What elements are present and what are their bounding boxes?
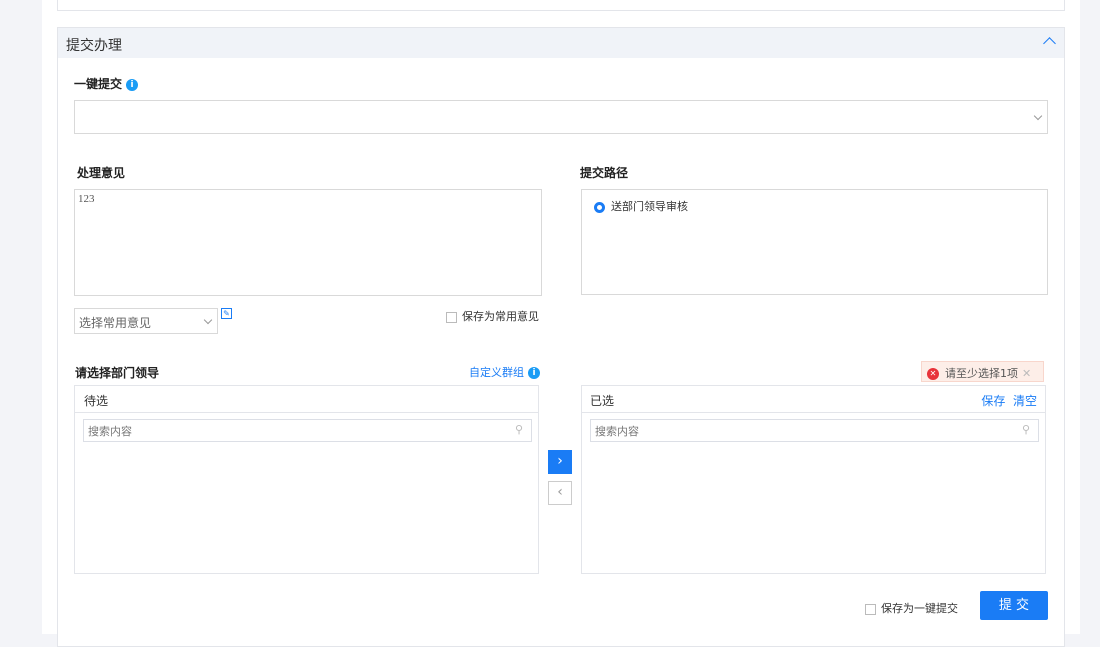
search-icon: ⚲ (1021, 423, 1030, 436)
common-opinion-placeholder: 选择常用意见 (79, 316, 152, 330)
common-opinion-select[interactable]: 选择常用意见 (74, 308, 218, 334)
move-left-button[interactable]: ‹ (548, 481, 572, 505)
quick-submit-label: 一键提交 i (74, 75, 139, 92)
quick-submit-label-text: 一键提交 (74, 77, 123, 91)
previous-card (57, 0, 1065, 11)
radio-selected-icon[interactable] (594, 201, 605, 213)
save-quick-submit-checkbox[interactable]: 保存为一键提交 (865, 600, 958, 616)
save-quick-label: 保存为一键提交 (881, 602, 958, 615)
pending-title: 待选 (75, 386, 538, 413)
chevron-down-icon (203, 315, 213, 325)
selected-list: 已选 保存 清空 搜索内容 ⚲ (581, 385, 1046, 574)
move-right-button[interactable]: › (548, 450, 572, 474)
save-common-label: 保存为常用意见 (462, 310, 539, 323)
error-icon: ✕ (927, 368, 939, 380)
selected-title: 已选 (590, 394, 615, 408)
info-icon[interactable]: i (126, 78, 139, 91)
leader-label: 请选择部门领导 (75, 366, 160, 380)
path-label: 提交路径 (580, 166, 629, 180)
info-icon[interactable]: i (528, 367, 540, 379)
search-placeholder: 搜索内容 (595, 425, 639, 438)
checkbox[interactable] (865, 603, 876, 615)
close-icon[interactable]: ✕ (1022, 367, 1031, 380)
selected-search-input[interactable]: 搜索内容 ⚲ (590, 419, 1039, 442)
custom-group-link[interactable]: 自定义群组 i (469, 364, 540, 380)
selected-actions: 保存 清空 (981, 392, 1037, 409)
selected-header: 已选 保存 清空 (582, 386, 1045, 413)
chevron-down-icon (1033, 111, 1043, 121)
submit-button[interactable]: 提 交 (980, 591, 1048, 620)
collapse-chevron-up-icon[interactable] (1043, 37, 1056, 50)
save-button[interactable]: 保存 (981, 394, 1005, 408)
section-title: 提交办理 (66, 38, 122, 54)
error-message: ✕ 请至少选择1项 ✕ (921, 361, 1044, 382)
quick-submit-select[interactable] (74, 100, 1048, 134)
edit-icon[interactable]: ✎ (221, 308, 232, 319)
opinion-textarea[interactable]: 123 (74, 189, 542, 296)
opinion-label: 处理意见 (77, 166, 126, 180)
path-option-label: 送部门领导审核 (611, 200, 688, 213)
path-options: 送部门领导审核 (581, 189, 1048, 295)
checkbox[interactable] (446, 311, 457, 323)
section-header[interactable]: 提交办理 (58, 28, 1064, 58)
clear-button[interactable]: 清空 (1013, 394, 1037, 408)
save-common-opinion-checkbox[interactable]: 保存为常用意见 (446, 308, 539, 324)
custom-group-text[interactable]: 自定义群组 (469, 366, 524, 379)
pending-search-input[interactable]: 搜索内容 ⚲ (83, 419, 532, 442)
search-placeholder: 搜索内容 (88, 425, 132, 438)
error-text: 请至少选择1项 (945, 367, 1018, 380)
search-icon: ⚲ (514, 423, 523, 436)
path-option[interactable]: 送部门领导审核 (594, 198, 688, 214)
pending-list: 待选 搜索内容 ⚲ (74, 385, 539, 574)
